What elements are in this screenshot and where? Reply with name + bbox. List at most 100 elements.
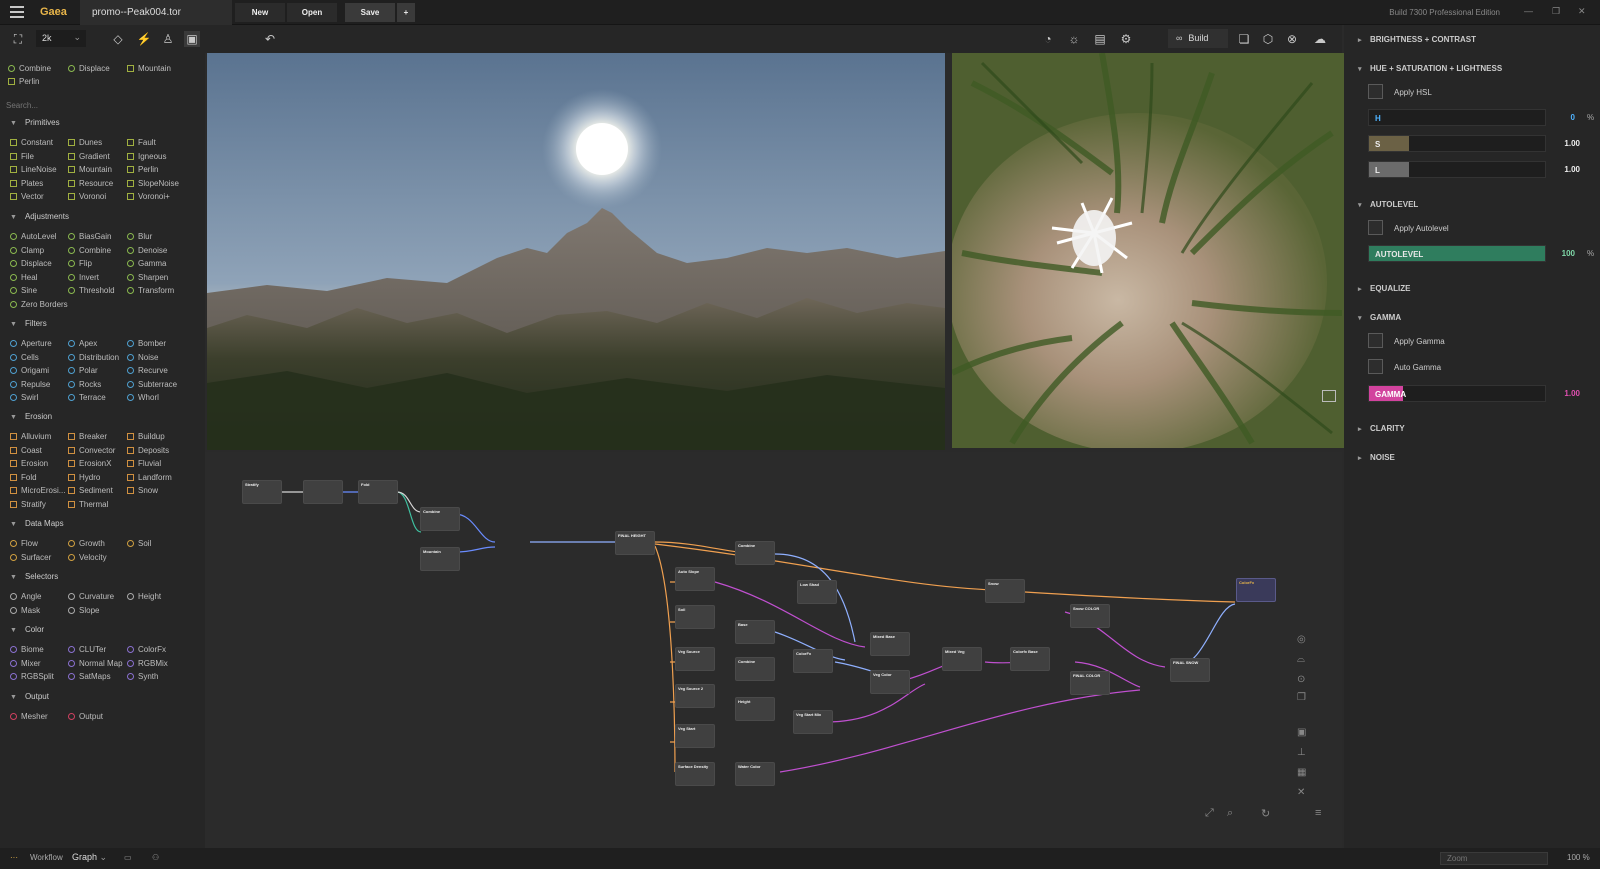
node-item-curvature[interactable]: Curvature (68, 592, 114, 601)
layers-icon[interactable]: ❐ (1297, 692, 1306, 703)
node-item-normal-map[interactable]: Normal Map (68, 659, 123, 668)
node-item-thermal[interactable]: Thermal (68, 500, 108, 509)
node-item-synth[interactable]: Synth (127, 672, 158, 681)
node-item-height[interactable]: Height (127, 592, 161, 601)
autolevel-slider[interactable]: AUTOLEVEL (1368, 245, 1546, 262)
node-item-microerosi-[interactable]: MicroErosi... (10, 486, 65, 495)
node-item-sediment[interactable]: Sediment (68, 486, 113, 495)
node-item-plates[interactable]: Plates (10, 179, 43, 188)
node-item-threshold[interactable]: Threshold (68, 286, 115, 295)
lightness-slider[interactable]: L (1368, 161, 1546, 178)
node-item-recurve[interactable]: Recurve (127, 366, 168, 375)
node-item-file[interactable]: File (10, 152, 34, 161)
nodes-icon[interactable]: ⚇ (152, 853, 159, 862)
category-erosion[interactable]: ▼ Erosion (10, 412, 52, 421)
node-item-sharpen[interactable]: Sharpen (127, 273, 168, 282)
node-item-buildup[interactable]: Buildup (127, 432, 165, 441)
terminal-icon[interactable]: ▭ (124, 853, 132, 862)
graph-node[interactable]: Low Shad (797, 580, 837, 604)
graph-node[interactable]: Mountain (420, 547, 460, 571)
cloud-icon[interactable]: ☁ (1312, 31, 1328, 47)
graph-node[interactable]: Fold (358, 480, 398, 504)
node-item-bomber[interactable]: Bomber (127, 339, 166, 348)
viewport-3d[interactable] (207, 53, 945, 450)
favorite-item[interactable]: Combine (8, 64, 51, 73)
category-output[interactable]: ▼ Output (10, 692, 49, 701)
refresh-icon[interactable]: ↻ (1261, 807, 1270, 820)
graph-node[interactable]: Base (735, 620, 775, 644)
section-equalize[interactable]: ▸ EQUALIZE (1358, 284, 1410, 293)
auto-gamma-checkbox[interactable] (1368, 359, 1383, 374)
node-item-snow[interactable]: Snow (127, 486, 158, 495)
graph-node[interactable]: Snow COLOR (1070, 604, 1110, 628)
node-item-polar[interactable]: Polar (68, 366, 98, 375)
node-item-terrace[interactable]: Terrace (68, 393, 106, 402)
node-item-flip[interactable]: Flip (68, 259, 92, 268)
fit-icon[interactable]: ⤢ (1205, 807, 1214, 820)
person-icon[interactable]: ♙ (160, 31, 176, 47)
category-color[interactable]: ▼ Color (10, 625, 44, 634)
viewport-2d-map[interactable] (952, 53, 1344, 448)
apply-gamma-checkbox[interactable] (1368, 333, 1383, 348)
new-button[interactable]: New (235, 3, 285, 22)
node-item-voronoi-[interactable]: Voronoi+ (127, 192, 170, 201)
file-tab[interactable]: promo--Peak004.tor (80, 0, 232, 25)
close-icon[interactable]: ✕ (1578, 6, 1586, 17)
node-item-fluvial[interactable]: Fluvial (127, 459, 161, 468)
node-item-distribution[interactable]: Distribution (68, 353, 119, 362)
section-noise[interactable]: ▸ NOISE (1358, 453, 1395, 462)
hierarchy-icon[interactable]: ⊥ (1297, 747, 1306, 758)
section-hsl[interactable]: ▾ HUE + SATURATION + LIGHTNESS (1358, 64, 1502, 73)
node-item-angle[interactable]: Angle (10, 592, 41, 601)
gauge-icon[interactable]: ◔ (1040, 31, 1056, 47)
graph-node[interactable]: Soil (675, 605, 715, 629)
expand-icon[interactable] (1322, 390, 1336, 402)
node-item-slope[interactable]: Slope (68, 606, 99, 615)
sliders-icon[interactable]: ⚙ (1118, 31, 1134, 47)
graph-node[interactable]: Mixed Veg (942, 647, 982, 671)
cancel-icon[interactable]: ⊗ (1284, 31, 1300, 47)
menu-icon[interactable] (10, 6, 24, 18)
category-datamaps[interactable]: ▼ Data Maps (10, 519, 64, 528)
more-icon[interactable]: ··· (10, 853, 18, 862)
category-primitives[interactable]: ▼ Primitives (10, 118, 60, 127)
undo-icon[interactable]: ↶ (262, 31, 278, 47)
favorite-item[interactable]: Mountain (127, 64, 171, 73)
node-item-rgbsplit[interactable]: RGBSplit (10, 672, 54, 681)
node-item-gamma[interactable]: Gamma (127, 259, 166, 268)
frame-icon[interactable]: ⛶ (10, 31, 26, 47)
node-item-landform[interactable]: Landform (127, 473, 172, 482)
resolution-select[interactable]: 2k ⌄ (36, 30, 86, 47)
node-item-origami[interactable]: Origami (10, 366, 49, 375)
search-input[interactable] (6, 98, 196, 112)
dashboard-icon[interactable]: ▦ (1297, 767, 1306, 778)
cube-icon[interactable]: ⬡ (1260, 31, 1276, 47)
graph-node[interactable]: Mixed Base (870, 632, 910, 656)
node-item-output[interactable]: Output (68, 712, 103, 721)
node-item-cluter[interactable]: CLUTer (68, 645, 106, 654)
zoom-input[interactable] (1440, 852, 1548, 865)
node-item-sine[interactable]: Sine (10, 286, 37, 295)
category-adjustments[interactable]: ▼ Adjustments (10, 212, 69, 221)
node-graph[interactable]: Stratify Fold Combine Mountain FINAL HEIGHT C… (205, 452, 1342, 848)
node-item-transform[interactable]: Transform (127, 286, 174, 295)
mode-select[interactable]: Graph ⌄ (72, 852, 107, 863)
target-icon[interactable]: ◎ (1297, 634, 1306, 645)
node-item-aperture[interactable]: Aperture (10, 339, 52, 348)
favorite-item[interactable]: Perlin (8, 77, 39, 86)
node-item-mountain[interactable]: Mountain (68, 165, 112, 174)
node-item-colorfx[interactable]: ColorFx (127, 645, 166, 654)
node-item-combine[interactable]: Combine (68, 246, 111, 255)
graph-node[interactable]: Veg Start (675, 724, 715, 748)
graph-node[interactable]: Combine (420, 507, 460, 531)
pin-icon[interactable]: ⊙ (1297, 674, 1305, 685)
graph-node[interactable]: FINAL COLOR (1070, 671, 1110, 695)
graph-node[interactable]: Stratify (242, 480, 282, 504)
graph-node[interactable]: FINAL SNOW (1170, 658, 1210, 682)
graph-node[interactable]: Veg Start Mix (793, 710, 833, 734)
shuffle-icon[interactable]: ✕ (1297, 787, 1305, 798)
node-item-displace[interactable]: Displace (10, 259, 52, 268)
hue-slider[interactable]: H (1368, 109, 1546, 126)
save-button[interactable]: Save (345, 3, 395, 22)
node-item-erosionx[interactable]: ErosionX (68, 459, 111, 468)
